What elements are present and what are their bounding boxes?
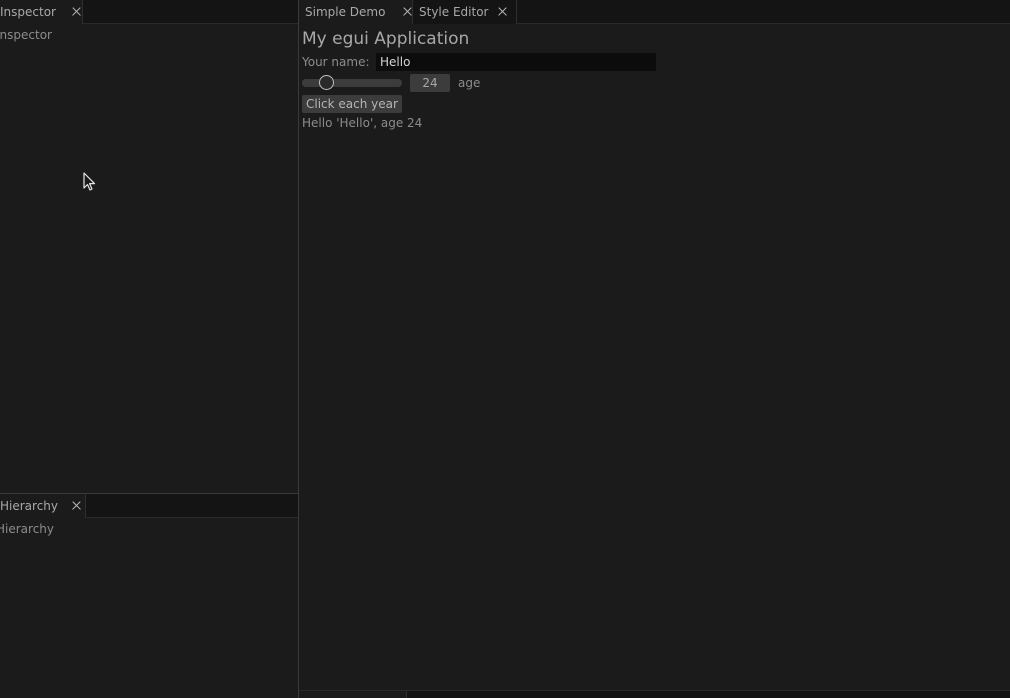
inspector-panel: Inspector Inspector	[0, 0, 298, 493]
tab-simple-demo-label: Simple Demo	[305, 5, 386, 19]
age-slider-handle[interactable]	[319, 75, 334, 90]
name-label: Your name:	[302, 55, 370, 69]
greeting-text: Hello 'Hello', age 24	[302, 116, 423, 130]
tab-hierarchy[interactable]: Hierarchy	[0, 494, 86, 518]
mouse-pointer-icon	[83, 172, 96, 191]
inspector-tabbar: Inspector	[0, 0, 298, 24]
hierarchy-panel: Hierarchy Hierarchy	[0, 494, 298, 698]
click-each-year-button[interactable]: Click each year	[302, 95, 402, 113]
bottom-tab[interactable]	[299, 691, 407, 698]
name-input[interactable]	[376, 53, 656, 71]
close-icon[interactable]	[66, 494, 85, 518]
close-icon[interactable]	[492, 0, 512, 24]
horizontal-splitter[interactable]	[0, 493, 298, 494]
page-title: My egui Application	[302, 29, 470, 49]
age-value-field[interactable]: 24	[410, 74, 450, 92]
tab-simple-demo[interactable]: Simple Demo	[299, 0, 413, 24]
hierarchy-body-label: Hierarchy	[0, 522, 55, 536]
tab-inspector-label: Inspector	[0, 5, 56, 19]
inspector-body-label: Inspector	[0, 28, 52, 42]
close-icon[interactable]	[66, 0, 82, 24]
tab-hierarchy-label: Hierarchy	[0, 499, 59, 513]
age-slider[interactable]	[302, 75, 402, 90]
hierarchy-tabbar: Hierarchy	[0, 494, 298, 518]
tab-style-editor[interactable]: Style Editor	[413, 0, 517, 24]
tab-style-editor-label: Style Editor	[419, 5, 489, 19]
close-icon[interactable]	[397, 0, 412, 24]
main-tabbar: Simple Demo Style Editor	[299, 0, 1010, 24]
app-window: Inspector Inspector Hierarchy Hierarchy …	[0, 0, 1010, 698]
vertical-splitter[interactable]	[298, 0, 299, 698]
tab-inspector[interactable]: Inspector	[0, 0, 83, 24]
age-label: age	[458, 76, 481, 90]
